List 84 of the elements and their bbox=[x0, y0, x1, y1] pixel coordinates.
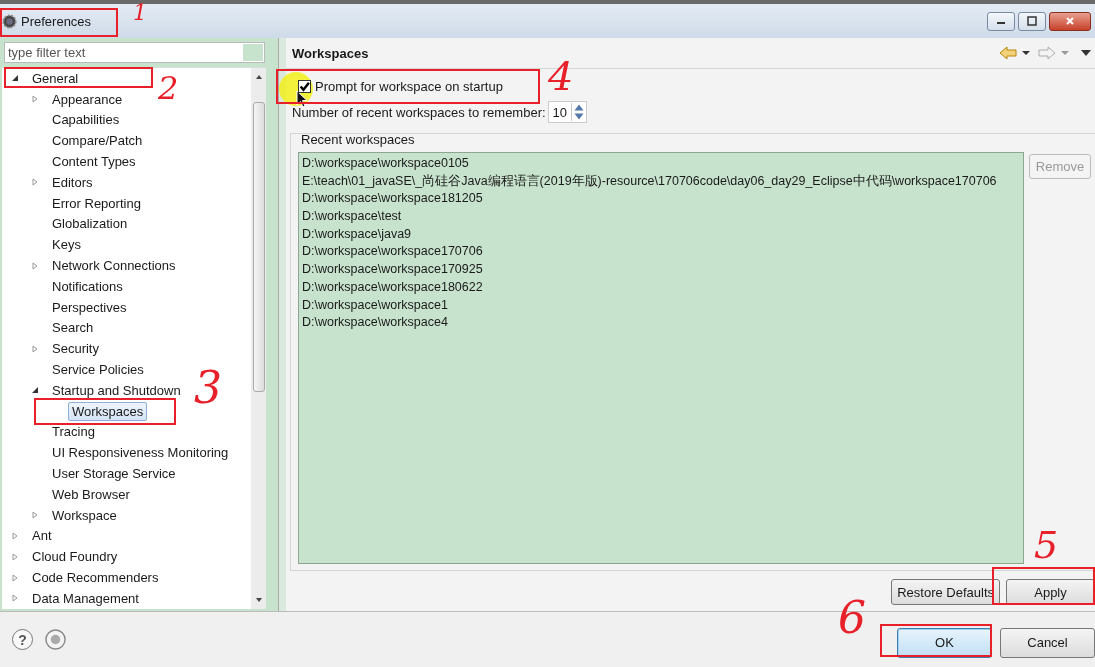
tree-item[interactable]: User Storage Service bbox=[48, 464, 180, 484]
close-button[interactable] bbox=[1049, 11, 1091, 31]
collapsed-arrow-icon[interactable] bbox=[11, 531, 19, 540]
restore-defaults-button[interactable]: Restore Defaults bbox=[891, 579, 1000, 605]
tree-item[interactable]: Web Browser bbox=[48, 484, 134, 504]
window-title: Preferences bbox=[21, 13, 92, 29]
annotation-number: 5 bbox=[1034, 526, 1059, 564]
increment-icon[interactable] bbox=[572, 103, 587, 112]
annotation-number: 1 bbox=[133, 2, 147, 24]
tree-item[interactable]: Service Policies bbox=[48, 360, 148, 380]
tree-item[interactable]: Content Types bbox=[48, 152, 140, 172]
tree-item[interactable]: Editors bbox=[48, 172, 97, 192]
tree-item[interactable]: Perspectives bbox=[48, 297, 131, 317]
tree-item[interactable]: Keys bbox=[48, 235, 85, 255]
maximize-icon bbox=[1027, 16, 1037, 26]
gear-icon bbox=[2, 13, 17, 29]
scroll-up-icon bbox=[254, 74, 263, 80]
tree-item[interactable]: Appearance bbox=[48, 89, 127, 109]
list-item[interactable]: D:\workspace\workspace0105 bbox=[302, 155, 1020, 173]
tree-item[interactable]: Capabilities bbox=[48, 110, 124, 130]
checkbox-label: Prompt for workspace on startup bbox=[315, 78, 503, 94]
expanded-arrow-icon[interactable] bbox=[11, 74, 19, 83]
tree-item[interactable]: UI Responsiveness Monitoring bbox=[48, 443, 233, 463]
scroll-thumb[interactable] bbox=[252, 102, 265, 392]
tree-item[interactable]: Notifications bbox=[48, 276, 127, 296]
collapsed-arrow-icon[interactable] bbox=[11, 573, 19, 582]
annotation-number: 3 bbox=[194, 366, 222, 410]
cursor-icon bbox=[296, 90, 308, 108]
tree-item[interactable]: Tracing bbox=[48, 422, 99, 442]
apply-button[interactable]: Apply bbox=[1006, 579, 1095, 605]
back-arrow-icon[interactable] bbox=[999, 46, 1017, 60]
collapsed-arrow-icon[interactable] bbox=[31, 261, 39, 270]
close-icon bbox=[1065, 16, 1075, 26]
tree-item[interactable]: Search bbox=[48, 318, 98, 338]
group-title: Recent workspaces bbox=[300, 132, 416, 147]
annotation-number: 6 bbox=[838, 596, 866, 640]
list-item[interactable]: D:\workspace\java9 bbox=[302, 225, 1020, 244]
list-item[interactable]: D:\workspace\workspace181205 bbox=[302, 190, 1020, 209]
collapsed-arrow-icon[interactable] bbox=[31, 178, 39, 187]
list-item[interactable]: D:\workspace\workspace1 bbox=[302, 296, 1020, 315]
ok-button[interactable]: OK bbox=[897, 627, 992, 658]
field-label: Number of recent workspaces to remember: bbox=[292, 104, 546, 120]
list-item[interactable]: D:\workspace\workspace180622 bbox=[302, 278, 1020, 297]
tree-item[interactable]: Globalization bbox=[48, 214, 132, 234]
forward-arrow-icon[interactable] bbox=[1038, 46, 1056, 60]
cancel-button[interactable]: Cancel bbox=[1000, 627, 1095, 658]
scroll-down-icon bbox=[254, 597, 263, 603]
tree-item[interactable]: Network Connections bbox=[48, 256, 180, 276]
help-icon[interactable]: ? bbox=[12, 629, 33, 650]
minimize-button[interactable] bbox=[987, 11, 1015, 31]
tree-item[interactable]: Startup and Shutdown bbox=[48, 380, 185, 400]
annotation-number: 4 bbox=[548, 56, 574, 96]
tree-item[interactable]: Cloud Foundry bbox=[28, 547, 122, 567]
maximize-button[interactable] bbox=[1018, 11, 1046, 31]
page-title: Workspaces bbox=[292, 45, 369, 61]
tree-item[interactable]: Ant bbox=[28, 526, 56, 546]
annotation-number: 2 bbox=[158, 72, 179, 104]
list-item[interactable]: D:\workspace\test bbox=[302, 208, 1020, 226]
list-item[interactable]: E:\teach\01_javaSE\_尚硅谷Java编程语言(2019年版)-resource\170706code\day06_day29_Eclipse中代码\workspace170706 bbox=[302, 172, 1020, 191]
tree-item[interactable]: Data Management bbox=[28, 588, 143, 608]
tree-item[interactable]: Code Recommenders bbox=[28, 568, 163, 587]
collapsed-arrow-icon[interactable] bbox=[31, 344, 39, 353]
list-item[interactable]: D:\workspace\workspace4 bbox=[302, 314, 1020, 332]
expanded-arrow-icon[interactable] bbox=[31, 386, 39, 395]
tree-item[interactable]: Compare/Patch bbox=[48, 131, 147, 151]
list-item[interactable]: D:\workspace\workspace170925 bbox=[302, 261, 1020, 279]
tree-item[interactable]: General bbox=[28, 68, 83, 88]
record-icon[interactable] bbox=[45, 629, 66, 650]
dropdown-icon[interactable] bbox=[1022, 50, 1030, 56]
tree-item[interactable]: Workspace bbox=[48, 505, 121, 525]
splitter[interactable] bbox=[278, 38, 286, 611]
list-item[interactable]: D:\workspace\workspace170706 bbox=[302, 243, 1020, 262]
collapsed-arrow-icon[interactable] bbox=[11, 552, 19, 561]
number-spinner[interactable]: 10 bbox=[547, 101, 588, 123]
collapsed-arrow-icon[interactable] bbox=[31, 95, 39, 104]
scrollbar[interactable] bbox=[251, 68, 266, 609]
tree-item[interactable]: Security bbox=[48, 339, 103, 359]
filter-field[interactable]: type filter text bbox=[4, 42, 265, 63]
tree-item[interactable]: Error Reporting bbox=[48, 193, 145, 213]
collapsed-arrow-icon[interactable] bbox=[31, 511, 39, 520]
workspace-list[interactable] bbox=[298, 152, 1024, 564]
tree-item[interactable]: Workspaces bbox=[68, 401, 148, 421]
collapsed-arrow-icon[interactable] bbox=[11, 594, 19, 603]
view-menu-icon[interactable] bbox=[1081, 50, 1091, 56]
